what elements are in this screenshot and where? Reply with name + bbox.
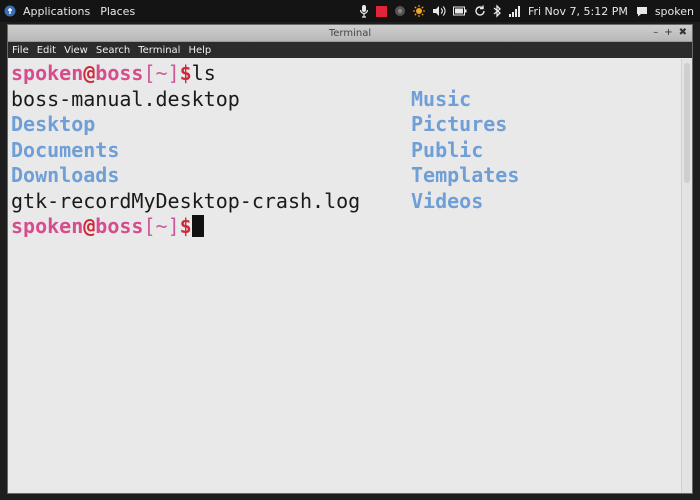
listing-row: boss-manual.desktop Music (11, 87, 692, 113)
prompt-symbol: $ (179, 61, 192, 85)
top-panel: Applications Places Fri Nov 7, 5:12 PM s… (0, 0, 700, 22)
terminal-output[interactable]: spoken@boss[~]$ls boss-manual.desktop Mus… (8, 59, 692, 493)
prompt-symbol: $ (179, 214, 192, 238)
panel-tray: Fri Nov 7, 5:12 PM spoken (359, 0, 700, 22)
command-text: ls (191, 61, 216, 85)
listing-entry-dir: Desktop (11, 112, 96, 136)
applications-menu[interactable]: Applications (23, 5, 90, 18)
places-menu[interactable]: Places (100, 5, 135, 18)
listing-row: gtk-recordMyDesktop-crash.log Videos (11, 189, 692, 215)
listing-entry-file: gtk-recordMyDesktop-crash.log (11, 188, 361, 213)
maximize-button[interactable]: + (664, 28, 672, 38)
command-line: spoken@boss[~]$ls (11, 61, 692, 87)
menu-view[interactable]: View (64, 45, 88, 56)
menu-file[interactable]: File (12, 45, 29, 56)
close-button[interactable]: ✖ (679, 28, 687, 38)
panel-clock[interactable]: Fri Nov 7, 5:12 PM (528, 5, 628, 18)
fedora-logo-icon[interactable] (4, 0, 16, 22)
listing-entry-dir: Pictures (411, 112, 508, 136)
prompt-cwd: ~ (155, 61, 168, 85)
listing-entry-dir: Documents (11, 137, 120, 162)
prompt-at: @ (83, 214, 96, 238)
record-stop-icon[interactable] (375, 0, 387, 22)
panel-username[interactable]: spoken (655, 5, 694, 18)
listing-entry-dir: Downloads (11, 163, 120, 187)
volume-icon[interactable] (432, 0, 446, 22)
prompt-host: boss (95, 61, 144, 85)
listing-entry-dir: Templates (411, 163, 520, 187)
listing-entry-dir: Public (411, 137, 484, 162)
prompt-close-bracket: ] (167, 61, 180, 85)
scrollbar-thumb[interactable] (684, 63, 690, 183)
menu-search[interactable]: Search (96, 45, 130, 56)
prompt-open-bracket: [ (143, 214, 156, 238)
battery-icon[interactable] (452, 0, 467, 22)
listing-row: Documents Public (11, 138, 692, 164)
panel-left: Applications Places (0, 0, 145, 22)
listing-row: Downloads Templates (11, 163, 692, 189)
prompt-close-bracket: ] (167, 214, 180, 238)
minimize-button[interactable]: – (653, 28, 658, 38)
text-cursor (191, 215, 204, 237)
network-icon[interactable] (394, 0, 406, 22)
prompt-at: @ (83, 61, 96, 85)
bluetooth-icon[interactable] (493, 0, 502, 22)
chat-icon[interactable] (636, 0, 648, 22)
window-controls: – + ✖ (647, 25, 687, 41)
listing-entry-file: boss-manual.desktop (11, 86, 240, 111)
window-title: Terminal (328, 27, 372, 39)
listing-row: Desktop Pictures (11, 112, 692, 138)
vertical-scrollbar[interactable] (681, 59, 692, 493)
active-prompt-line[interactable]: spoken@boss[~]$ (11, 214, 692, 240)
prompt-cwd: ~ (155, 214, 168, 238)
menu-terminal[interactable]: Terminal (138, 45, 180, 56)
weather-icon[interactable] (412, 0, 425, 22)
menu-help[interactable]: Help (188, 45, 211, 56)
prompt-user: spoken (11, 61, 84, 85)
window-titlebar[interactable]: Terminal – + ✖ (8, 25, 692, 42)
listing-entry-dir: Videos (411, 188, 484, 213)
prompt-open-bracket: [ (143, 61, 156, 85)
menu-bar: File Edit View Search Terminal Help (8, 42, 692, 58)
terminal-window: Terminal – + ✖ File Edit View Search Ter… (7, 24, 693, 494)
signal-icon[interactable] (508, 0, 521, 22)
prompt-user: spoken (11, 214, 84, 238)
menu-edit[interactable]: Edit (37, 45, 56, 56)
prompt-host: boss (95, 214, 144, 238)
microphone-icon[interactable] (359, 0, 369, 22)
listing-entry-dir: Music (411, 86, 472, 111)
refresh-icon[interactable] (474, 0, 486, 22)
